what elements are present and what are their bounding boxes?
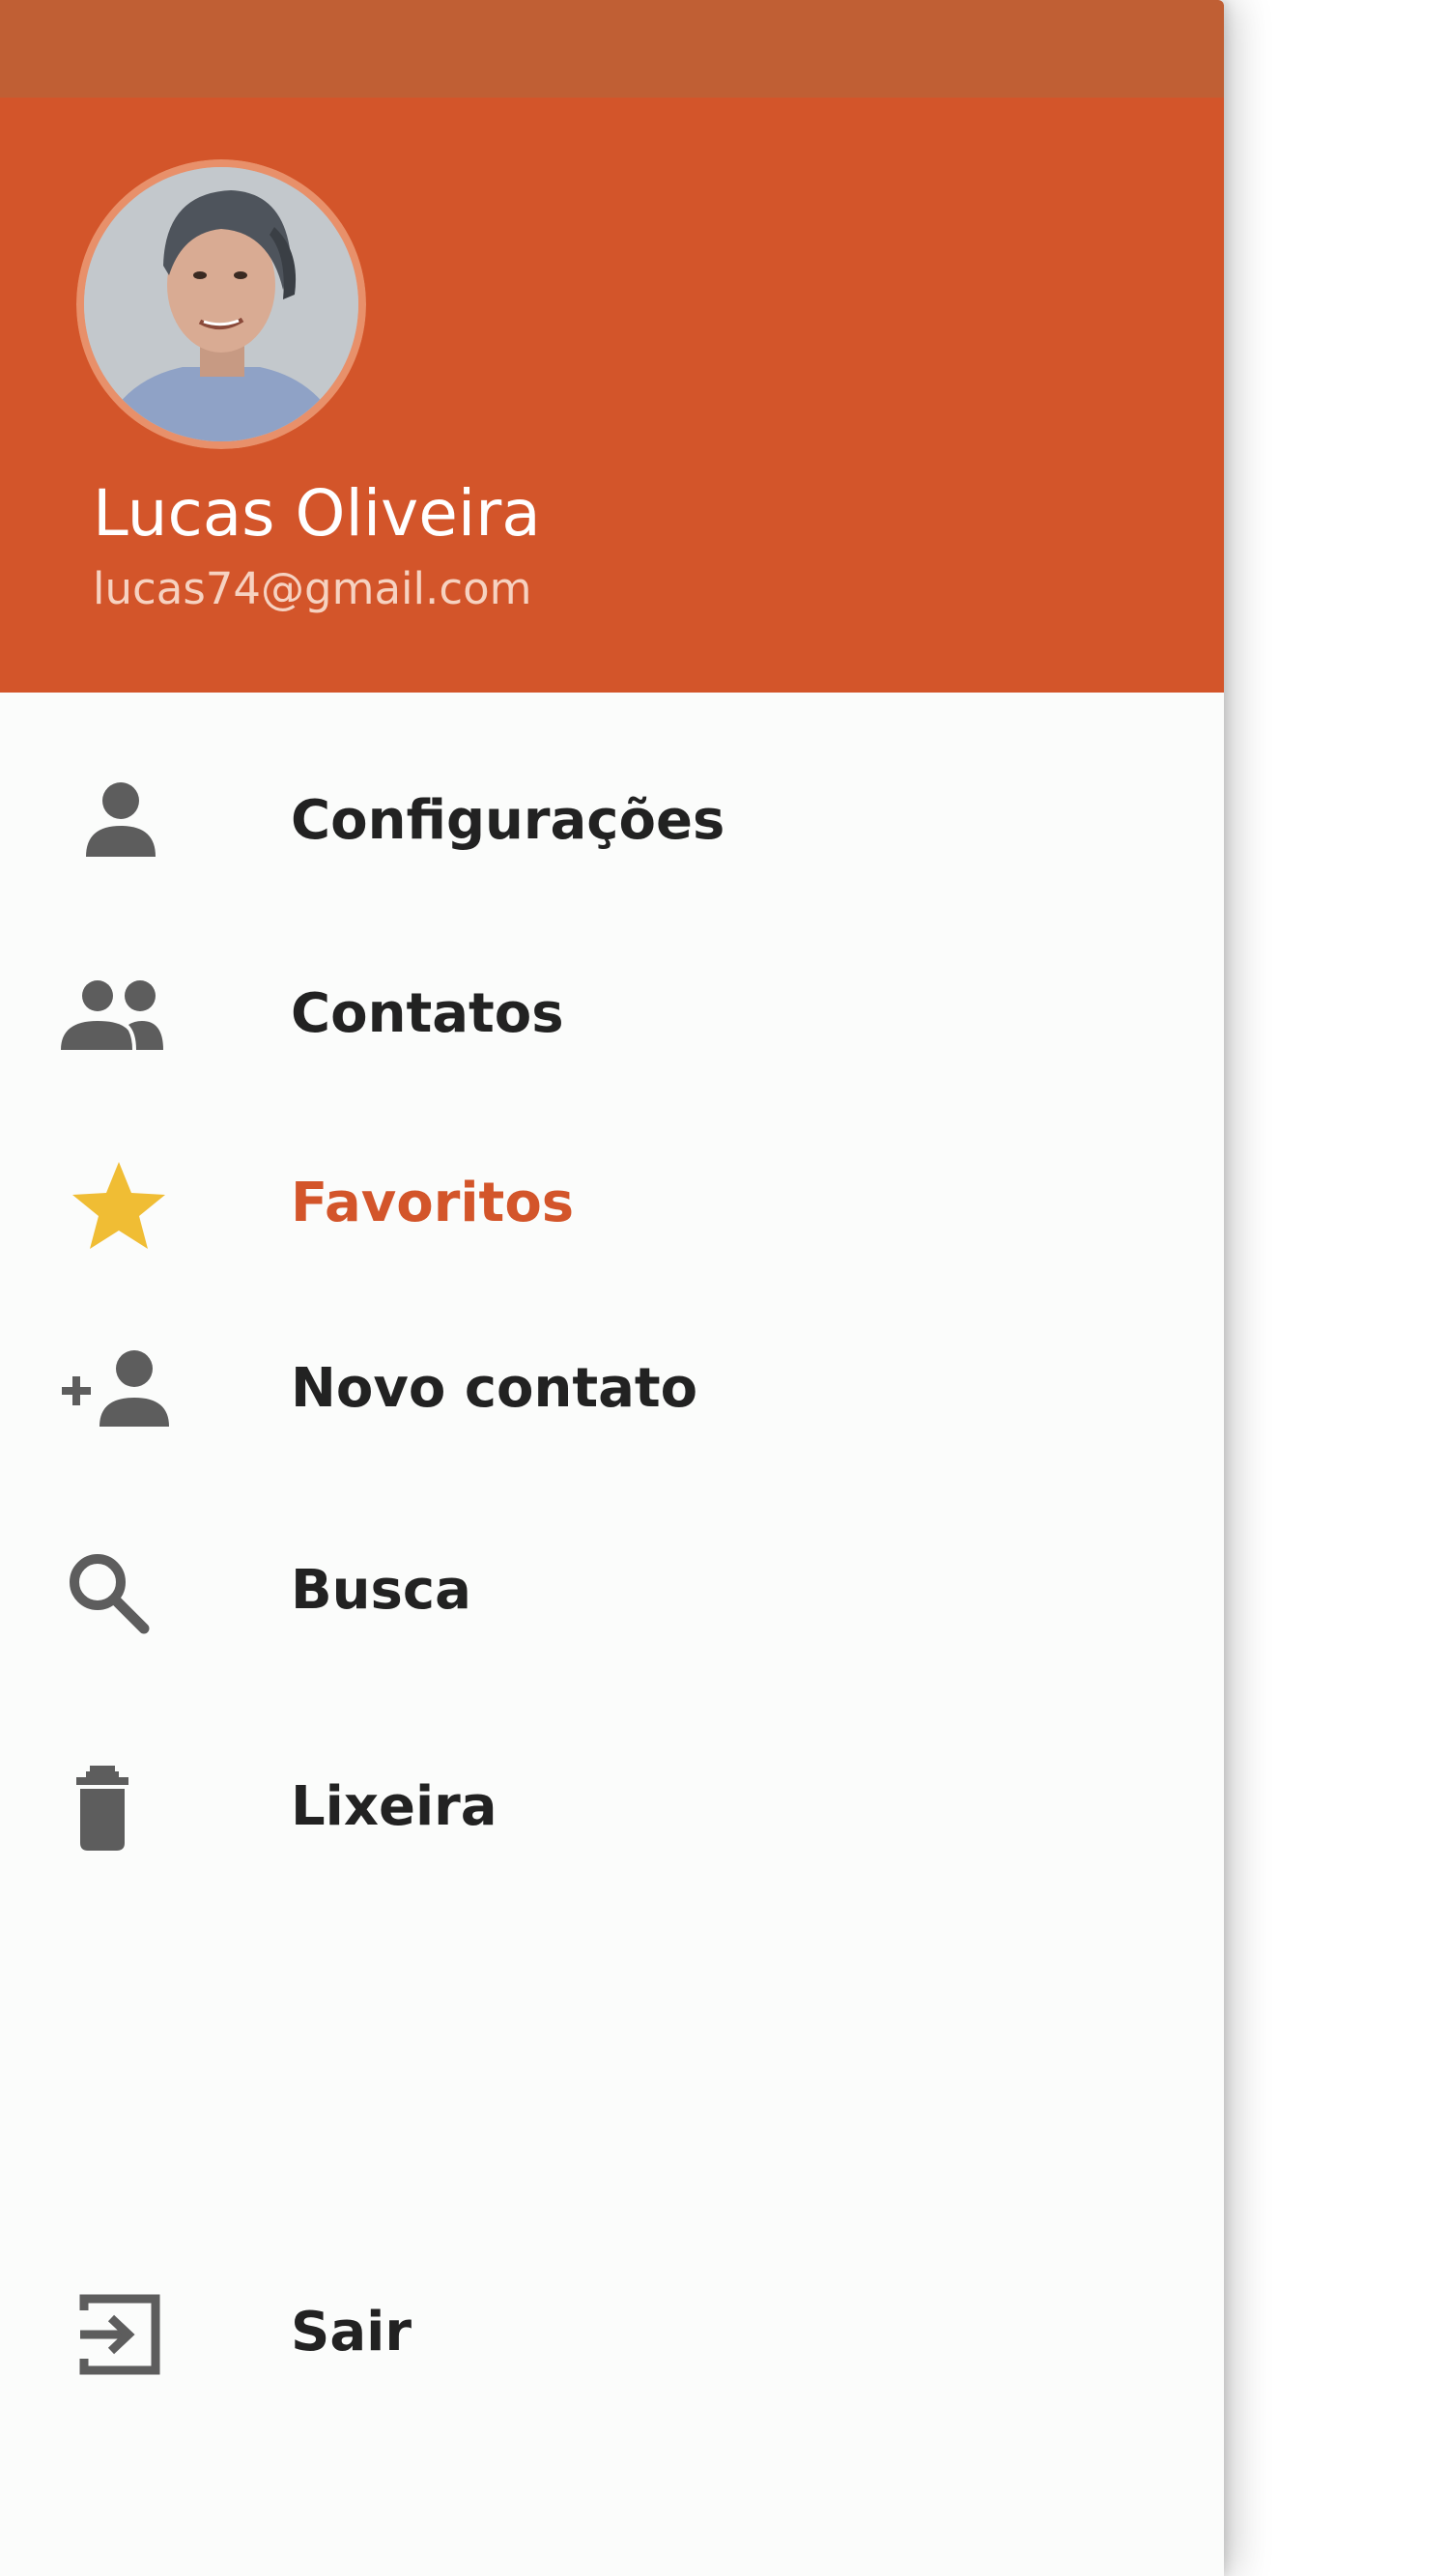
menu-item-lixeira[interactable]: Lixeira	[0, 1722, 1224, 1896]
navigation-drawer: Lucas Oliveira lucas74@gmail.com Configu…	[0, 0, 1224, 2576]
menu-item-sair[interactable]: Sair	[0, 2248, 1224, 2421]
menu-item-label: Contatos	[291, 982, 564, 1045]
user-email: lucas74@gmail.com	[93, 563, 532, 614]
user-name: Lucas Oliveira	[93, 476, 541, 551]
menu-item-label: Favoritos	[291, 1172, 575, 1234]
avatar[interactable]	[76, 159, 366, 449]
menu-item-label: Novo contato	[291, 1357, 698, 1420]
people-icon	[61, 973, 177, 1060]
avatar-photo	[76, 159, 366, 449]
person-add-icon	[61, 1347, 177, 1434]
menu-item-configuracoes[interactable]: Configurações	[0, 736, 1224, 910]
menu-item-label: Lixeira	[291, 1775, 497, 1838]
menu-item-novo-contato[interactable]: Novo contato	[0, 1304, 1224, 1478]
menu-item-contatos[interactable]: Contatos	[0, 929, 1224, 1103]
status-bar	[0, 0, 1224, 98]
star-icon	[61, 1162, 177, 1249]
person-icon	[61, 779, 177, 866]
menu-item-label: Sair	[291, 2301, 412, 2364]
drawer-header: Lucas Oliveira lucas74@gmail.com	[0, 98, 1224, 693]
trash-icon	[61, 1766, 177, 1853]
menu-item-label: Configurações	[291, 789, 725, 852]
menu-item-favoritos[interactable]: Favoritos	[0, 1118, 1224, 1292]
menu-item-busca[interactable]: Busca	[0, 1506, 1224, 1680]
search-icon	[61, 1549, 177, 1636]
exit-icon	[61, 2291, 177, 2378]
menu-item-label: Busca	[291, 1559, 471, 1622]
